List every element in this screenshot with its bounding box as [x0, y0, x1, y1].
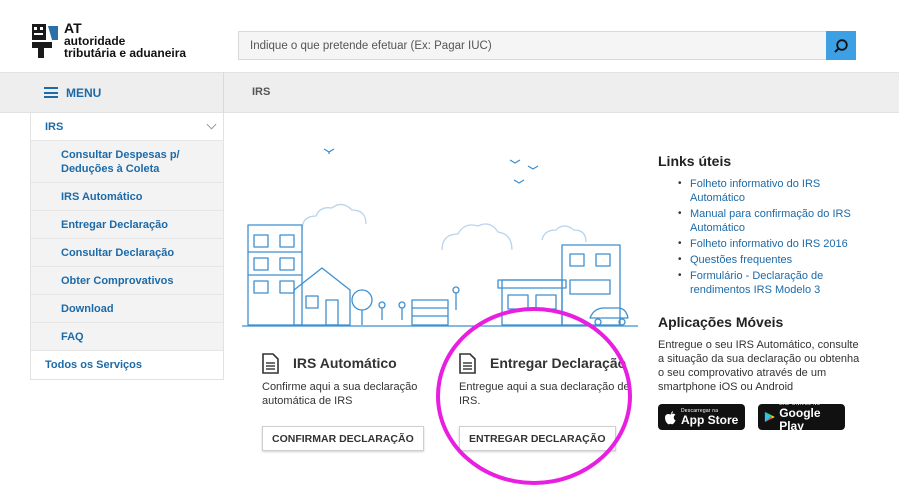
town-illustration	[242, 148, 638, 327]
useful-links: Links úteis Folheto informativo do IRS A…	[658, 153, 858, 299]
sidebar-item-consultar-declaracao[interactable]: Consultar Declaração	[31, 239, 223, 267]
confirmar-declaracao-button[interactable]: CONFIRMAR DECLARAÇÃO	[262, 426, 424, 451]
hamburger-icon	[44, 87, 58, 98]
card-title: Entregar Declaração	[490, 355, 627, 371]
search-button[interactable]	[826, 31, 856, 60]
google-play-label: Google Play	[779, 406, 821, 433]
document-icon	[262, 352, 279, 374]
menu-toggle[interactable]: MENU	[30, 72, 224, 113]
sidebar-item-obter-comprovativos[interactable]: Obter Comprovativos	[31, 267, 223, 295]
apps-title: Aplicações Móveis	[658, 314, 784, 330]
sidebar-item-irs-automatico[interactable]: IRS Automático	[31, 183, 223, 211]
at-emblem-icon	[32, 24, 58, 58]
sidebar-item-faq[interactable]: FAQ	[31, 323, 223, 351]
apple-icon	[665, 410, 676, 424]
sidebar-item-label: FAQ	[61, 330, 84, 343]
entregar-declaracao-button[interactable]: ENTREGAR DECLARAÇÃO	[459, 426, 616, 451]
link-item[interactable]: Questões frequentes	[658, 253, 858, 267]
sidebar-item-todos-servicos[interactable]: Todos os Serviços	[31, 351, 223, 379]
card-description: Entregue aqui a sua declaração de IRS.	[459, 381, 630, 407]
link-item[interactable]: Manual para confirmação do IRS Automátic…	[658, 207, 858, 235]
breadcrumb[interactable]: IRS	[252, 86, 270, 98]
sidebar-item-download[interactable]: Download	[31, 295, 223, 323]
sidebar-item-label: Entregar Declaração	[61, 218, 168, 231]
document-icon	[459, 352, 476, 374]
link-item[interactable]: Folheto informativo do IRS 2016	[658, 237, 858, 251]
search-icon	[834, 38, 848, 53]
google-play-badge[interactable]: DISPONÍVEL NO Google Play	[758, 401, 845, 433]
sidebar-item-entregar-declaracao[interactable]: Entregar Declaração	[31, 211, 223, 239]
app-store-label: App Store	[681, 412, 739, 427]
card-description: Confirme aqui a sua declaração automátic…	[262, 381, 418, 407]
menu-label: MENU	[66, 85, 102, 100]
sidebar-item-label: IRS	[45, 120, 64, 133]
mobile-apps: Aplicações Móveis Entregue o seu IRS Aut…	[658, 314, 863, 433]
card-title: IRS Automático	[293, 355, 397, 371]
sidebar-item-label: Download	[61, 302, 114, 315]
sidebar-item-label: IRS Automático	[61, 190, 143, 203]
at-logo[interactable]: AT autoridade tributária e aduaneira	[30, 21, 210, 68]
search-bar	[238, 31, 856, 60]
links-title: Links úteis	[658, 153, 732, 169]
chevron-down-icon	[206, 119, 217, 130]
google-play-icon	[764, 411, 775, 423]
link-item[interactable]: Folheto informativo do IRS Automático	[658, 177, 858, 205]
app-store-badge[interactable]: Descarregar na App Store	[658, 404, 745, 430]
sidebar-menu: IRS Consultar Despesas p/ Deduções à Col…	[30, 113, 224, 380]
link-item[interactable]: Formulário - Declaração de rendimentos I…	[658, 269, 858, 297]
sidebar-item-label: Consultar Despesas p/ Deduções à Coleta	[61, 148, 180, 175]
apps-description: Entregue o seu IRS Automático, consulte …	[658, 339, 860, 393]
logo-line-2: tributária e aduaneira	[64, 46, 187, 60]
entregar-declaracao-card: Entregar Declaração Entregue aqui a sua …	[459, 350, 649, 451]
sidebar-item-label: Consultar Declaração	[61, 246, 175, 259]
sidebar-item-consultar-despesas[interactable]: Consultar Despesas p/ Deduções à Coleta	[31, 141, 223, 183]
sidebar-item-label: Obter Comprovativos	[61, 274, 174, 287]
sidebar-item-label: Todos os Serviços	[45, 359, 142, 371]
sidebar-item-irs[interactable]: IRS	[31, 113, 223, 141]
search-input[interactable]	[239, 32, 826, 59]
irs-automatico-card: IRS Automático Confirme aqui a sua decla…	[262, 350, 452, 451]
